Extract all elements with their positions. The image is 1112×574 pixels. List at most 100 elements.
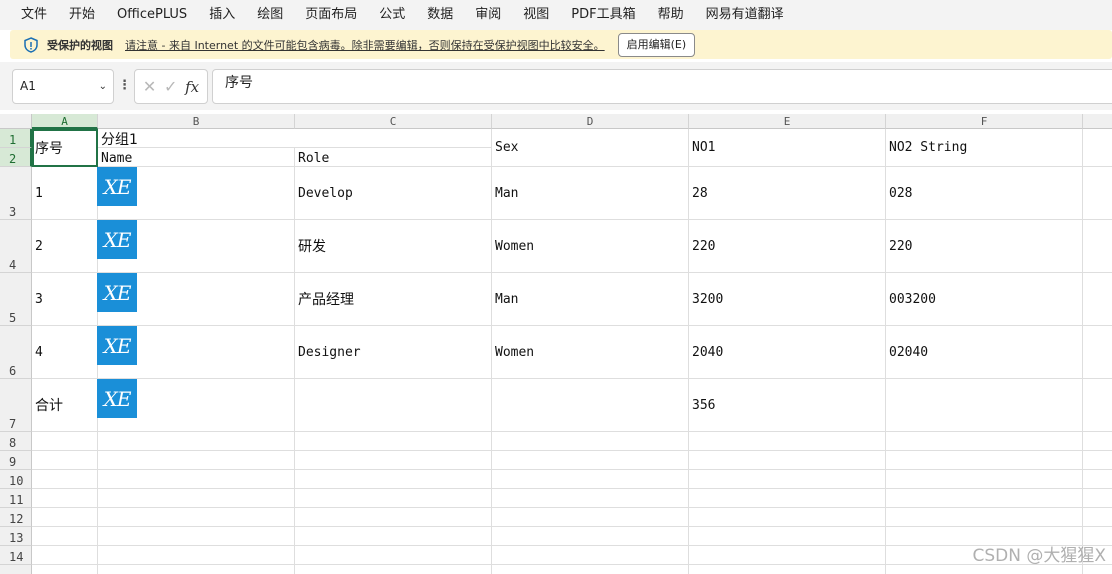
empty-cell[interactable]: [689, 489, 886, 508]
cell-d4-sex[interactable]: Women: [492, 220, 689, 273]
empty-cell[interactable]: [689, 470, 886, 489]
cell-c1[interactable]: [295, 129, 492, 148]
protected-view-message[interactable]: 请注意 - 来自 Internet 的文件可能包含病毒。除非需要编辑，否则保持在…: [125, 37, 605, 53]
empty-cell[interactable]: [32, 527, 98, 546]
cell-a4-seq[interactable]: 2: [32, 220, 98, 273]
cancel-icon[interactable]: ✕: [143, 77, 156, 96]
empty-cell[interactable]: [32, 489, 98, 508]
column-header-b[interactable]: B: [98, 114, 295, 129]
empty-cell[interactable]: [32, 546, 98, 565]
menu-file[interactable]: 文件: [0, 0, 58, 30]
enable-editing-button[interactable]: 启用编辑(E): [617, 32, 696, 57]
empty-cell[interactable]: [98, 546, 295, 565]
empty-cell[interactable]: [492, 546, 689, 565]
empty-cell[interactable]: [295, 527, 492, 546]
empty-cell[interactable]: [295, 546, 492, 565]
cell-d3-sex[interactable]: Man: [492, 167, 689, 220]
menu-data[interactable]: 数据: [416, 0, 464, 30]
column-header-d[interactable]: D: [492, 114, 689, 129]
row-header-12[interactable]: 12: [0, 508, 32, 527]
row-header-10[interactable]: 10: [0, 470, 32, 489]
cell-d7[interactable]: [492, 379, 689, 432]
cell-a3-seq[interactable]: 1: [32, 167, 98, 220]
row-header-15[interactable]: [0, 565, 32, 574]
menu-page-layout[interactable]: 页面布局: [294, 0, 368, 30]
row-header-1[interactable]: 1: [0, 129, 32, 148]
empty-cell[interactable]: [492, 565, 689, 574]
cell-c4-role[interactable]: 研发: [295, 220, 492, 273]
empty-cell[interactable]: [295, 451, 492, 470]
cell-c6-role[interactable]: Designer: [295, 326, 492, 379]
xe-logo-image[interactable]: XE: [97, 167, 137, 206]
empty-cell[interactable]: [1083, 470, 1112, 489]
row-header-7[interactable]: 7: [0, 379, 32, 432]
row-header-5[interactable]: 5: [0, 273, 32, 326]
empty-cell[interactable]: [295, 470, 492, 489]
empty-cell[interactable]: [98, 432, 295, 451]
name-box[interactable]: A1 ⌄: [12, 69, 114, 104]
menu-officeplus[interactable]: OfficePLUS: [106, 0, 198, 30]
cell-g5[interactable]: [1083, 273, 1112, 326]
empty-cell[interactable]: [492, 527, 689, 546]
empty-cell[interactable]: [32, 508, 98, 527]
menu-review[interactable]: 审阅: [464, 0, 512, 30]
cell-e5-no1[interactable]: 3200: [689, 273, 886, 326]
empty-cell[interactable]: [32, 470, 98, 489]
insert-function-icon[interactable]: fx: [185, 78, 199, 96]
empty-cell[interactable]: [689, 508, 886, 527]
cell-g7[interactable]: [1083, 379, 1112, 432]
cell-c2-role-header[interactable]: Role: [295, 148, 492, 167]
menu-formulas[interactable]: 公式: [368, 0, 416, 30]
empty-cell[interactable]: [98, 489, 295, 508]
cell-f6-no2[interactable]: 02040: [886, 326, 1083, 379]
formula-input[interactable]: 序号: [212, 69, 1112, 104]
row-header-2[interactable]: 2: [0, 148, 32, 167]
menu-insert[interactable]: 插入: [198, 0, 246, 30]
check-icon[interactable]: ✓: [164, 77, 177, 96]
cell-d6-sex[interactable]: Women: [492, 326, 689, 379]
empty-cell[interactable]: [689, 546, 886, 565]
empty-cell[interactable]: [98, 508, 295, 527]
cell-e3-no1[interactable]: 28: [689, 167, 886, 220]
menu-help[interactable]: 帮助: [647, 0, 695, 30]
empty-cell[interactable]: [492, 432, 689, 451]
empty-cell[interactable]: [32, 432, 98, 451]
empty-cell[interactable]: [1083, 451, 1112, 470]
cell-e7-total-no1[interactable]: 356: [689, 379, 886, 432]
cell-d1-sex-header[interactable]: Sex: [492, 129, 689, 167]
empty-cell[interactable]: [1083, 489, 1112, 508]
column-header-f[interactable]: F: [886, 114, 1083, 129]
cell-f5-no2[interactable]: 003200: [886, 273, 1083, 326]
empty-cell[interactable]: [886, 489, 1083, 508]
cell-a5-seq[interactable]: 3: [32, 273, 98, 326]
cell-g6[interactable]: [1083, 326, 1112, 379]
empty-cell[interactable]: [1083, 508, 1112, 527]
row-header-6[interactable]: 6: [0, 326, 32, 379]
empty-cell[interactable]: [886, 432, 1083, 451]
more-options-icon[interactable]: ⋮: [118, 78, 131, 93]
cell-a6-seq[interactable]: 4: [32, 326, 98, 379]
empty-cell[interactable]: [689, 432, 886, 451]
empty-cell[interactable]: [1083, 432, 1112, 451]
xe-logo-image[interactable]: XE: [97, 220, 137, 259]
empty-cell[interactable]: [492, 470, 689, 489]
empty-cell[interactable]: [689, 565, 886, 574]
cell-b1-group-header[interactable]: 分组1: [98, 129, 295, 148]
column-header-c[interactable]: C: [295, 114, 492, 129]
menu-draw[interactable]: 绘图: [246, 0, 294, 30]
cell-a7-total-label[interactable]: 合计: [32, 379, 98, 432]
column-header-g[interactable]: [1083, 114, 1112, 129]
empty-cell[interactable]: [689, 451, 886, 470]
empty-cell[interactable]: [32, 451, 98, 470]
xe-logo-image[interactable]: XE: [97, 379, 137, 418]
empty-cell[interactable]: [295, 565, 492, 574]
empty-cell[interactable]: [492, 508, 689, 527]
menu-youdao-translate[interactable]: 网易有道翻译: [695, 0, 795, 30]
cell-e4-no1[interactable]: 220: [689, 220, 886, 273]
empty-cell[interactable]: [886, 565, 1083, 574]
empty-cell[interactable]: [295, 508, 492, 527]
menu-pdf-tools[interactable]: PDF工具箱: [560, 0, 646, 30]
empty-cell[interactable]: [886, 470, 1083, 489]
menu-home[interactable]: 开始: [58, 0, 106, 30]
menu-view[interactable]: 视图: [512, 0, 560, 30]
